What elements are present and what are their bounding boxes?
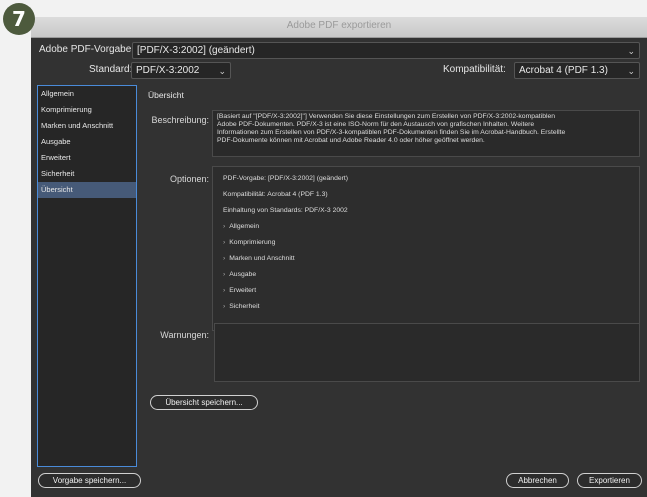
step-badge: 7: [3, 3, 35, 35]
standard-select[interactable]: PDF/X-3:2002 ⌄: [131, 62, 231, 79]
chevron-right-icon: ›: [223, 223, 226, 230]
save-summary-button[interactable]: Übersicht speichern...: [150, 395, 258, 410]
export-button[interactable]: Exportieren: [577, 473, 642, 488]
compat-select[interactable]: Acrobat 4 (PDF 1.3) ⌄: [514, 62, 640, 79]
compat-value: Acrobat 4 (PDF 1.3): [519, 65, 608, 76]
section-erweitert[interactable]: › Erweitert: [223, 287, 256, 294]
chevron-right-icon: ›: [223, 287, 226, 294]
chevron-down-icon: ⌄: [218, 66, 226, 76]
compat-label: Kompatibilität:: [443, 64, 506, 75]
page-title: Übersicht: [148, 90, 184, 100]
title-bar: Adobe PDF exportieren: [31, 17, 647, 38]
preset-label: Adobe PDF-Vorgabe:: [39, 44, 135, 55]
warnings-box: [214, 323, 640, 382]
section-komprimierung[interactable]: › Komprimierung: [223, 239, 275, 246]
description-text: [Basiert auf "[PDF/X-3:2002]"] Verwenden…: [217, 113, 566, 144]
options-label: Optionen:: [169, 174, 209, 184]
sidebar-item-marken[interactable]: Marken und Anschnitt: [38, 118, 136, 134]
chevron-right-icon: ›: [223, 271, 226, 278]
chevron-down-icon: ⌄: [627, 46, 635, 56]
section-ausgabe[interactable]: › Ausgabe: [223, 271, 256, 278]
sidebar-item-komprimierung[interactable]: Komprimierung: [38, 102, 136, 118]
option-compat: Kompatibilität: Acrobat 4 (PDF 1.3): [223, 191, 328, 198]
chevron-right-icon: ›: [223, 239, 226, 246]
section-allgemein[interactable]: › Allgemein: [223, 223, 259, 230]
options-box: PDF-Vorgabe: [PDF/X-3:2002] (geändert) K…: [212, 166, 640, 331]
sidebar-item-uebersicht[interactable]: Übersicht: [38, 182, 136, 198]
section-marken[interactable]: › Marken und Anschnitt: [223, 255, 295, 262]
chevron-right-icon: ›: [223, 255, 226, 262]
chevron-down-icon: ⌄: [627, 66, 635, 76]
section-sicherheit[interactable]: › Sicherheit: [223, 303, 260, 310]
preset-value: [PDF/X-3:2002] (geändert): [137, 45, 255, 56]
cancel-button[interactable]: Abbrechen: [506, 473, 569, 488]
sidebar-item-sicherheit[interactable]: Sicherheit: [38, 166, 136, 182]
category-sidebar: Allgemein Komprimierung Marken und Ansch…: [37, 85, 137, 467]
export-dialog: Adobe PDF exportieren Adobe PDF-Vorgabe:…: [31, 17, 647, 497]
window-title: Adobe PDF exportieren: [286, 20, 392, 31]
option-preset: PDF-Vorgabe: [PDF/X-3:2002] (geändert): [223, 175, 349, 182]
preset-select[interactable]: [PDF/X-3:2002] (geändert) ⌄: [132, 42, 640, 59]
sidebar-item-ausgabe[interactable]: Ausgabe: [38, 134, 136, 150]
option-standard: Einhaltung von Standards: PDF/X-3 2002: [223, 207, 348, 214]
warnings-label: Warnungen:: [160, 330, 209, 340]
standard-value: PDF/X-3:2002: [136, 65, 200, 76]
save-preset-button[interactable]: Vorgabe speichern...: [38, 473, 141, 488]
chevron-right-icon: ›: [223, 303, 226, 310]
description-label: Beschreibung:: [151, 115, 209, 125]
description-box[interactable]: [Basiert auf "[PDF/X-3:2002]"] Verwenden…: [212, 110, 640, 157]
sidebar-item-allgemein[interactable]: Allgemein: [38, 86, 136, 102]
sidebar-item-erweitert[interactable]: Erweitert: [38, 150, 136, 166]
standard-label: Standard:: [89, 64, 133, 75]
